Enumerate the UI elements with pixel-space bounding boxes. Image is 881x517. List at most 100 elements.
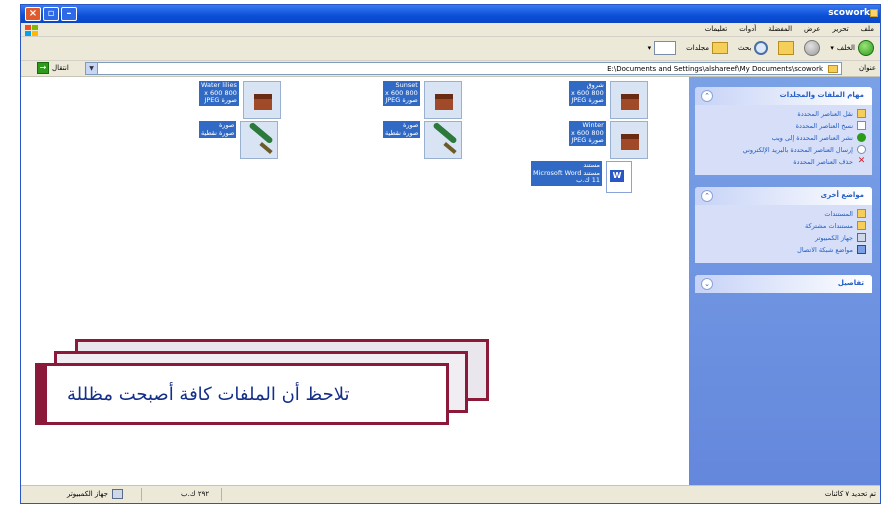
word-document-icon: W — [606, 161, 633, 193]
up-button[interactable] — [778, 41, 795, 55]
panel-title: تفاصيل — [837, 279, 864, 287]
details-panel: تفاصيل ⌄ — [695, 275, 872, 293]
task-publish-web[interactable]: نشر العناصر المحددة إلى ويب — [701, 133, 866, 142]
network-icon — [857, 245, 866, 254]
image-thumbnail-icon — [609, 81, 648, 119]
views-button[interactable]: ▾ — [648, 41, 677, 55]
email-icon — [857, 145, 866, 154]
folder-icon — [828, 65, 838, 73]
collapse-icon[interactable]: ⌃ — [701, 90, 713, 102]
file-label: Water lilies 800 x 600 صورة JPEG — [199, 81, 239, 106]
task-pane: مهام الملفات والمجلدات ⌃ نقل العناصر الم… — [687, 77, 880, 487]
chevron-down-icon: ▾ — [830, 44, 834, 52]
other-places-header[interactable]: مواضع أخرى ⌃ — [695, 187, 872, 205]
views-icon — [654, 41, 677, 55]
file-label: Winter 800 x 600 صورة JPEG — [569, 121, 606, 146]
file-item[interactable]: صورة صورة نقطية — [383, 121, 463, 159]
minimize-button[interactable]: – — [61, 7, 77, 21]
place-label: مواضع شبكة الاتصال — [797, 245, 853, 254]
paint-brush-icon — [240, 121, 279, 159]
place-label: مستندات مشتركة — [804, 221, 853, 230]
collapse-icon[interactable]: ⌃ — [701, 190, 713, 202]
status-location-label: جهاز الكمبيوتر — [67, 490, 108, 498]
panel-title: مهام الملفات والمجلدات — [779, 91, 864, 99]
task-copy[interactable]: نسخ العناصر المحددة — [701, 121, 866, 130]
file-label: صورة صورة نقطية — [383, 121, 421, 138]
task-label: نسخ العناصر المحددة — [795, 121, 853, 130]
folders-icon — [711, 42, 728, 54]
task-label: حذف العناصر المحددة — [793, 157, 853, 166]
menu-view[interactable]: عرض — [804, 25, 821, 33]
panel-title: مواضع أخرى — [820, 191, 864, 199]
copy-icon — [857, 121, 866, 130]
address-path: E:\Documents and Settings\alshareef\My D… — [607, 65, 823, 73]
folders-label: مجلدات — [686, 44, 709, 52]
folder-icon — [870, 9, 878, 17]
other-places-panel: مواضع أخرى ⌃ المستندات مستندات مشتركة جه… — [695, 187, 872, 263]
status-divider — [141, 488, 142, 501]
file-item[interactable]: صورة صورة نقطية — [199, 121, 279, 159]
folders-button[interactable]: مجلدات — [686, 42, 728, 54]
task-move[interactable]: نقل العناصر المحددة — [701, 109, 866, 118]
address-input[interactable]: ▼ E:\Documents and Settings\alshareef\My… — [85, 62, 842, 75]
task-delete[interactable]: ✕ حذف العناصر المحددة — [701, 157, 866, 166]
place-label: المستندات — [824, 209, 853, 218]
maximize-button[interactable]: ▫ — [43, 7, 59, 21]
details-header[interactable]: تفاصيل ⌄ — [695, 275, 872, 293]
menu-file[interactable]: ملف — [861, 25, 874, 33]
forward-button[interactable] — [804, 40, 821, 56]
back-arrow-icon — [858, 40, 874, 56]
menu-tools[interactable]: أدوات — [739, 25, 756, 33]
file-item[interactable]: Sunset 800 x 600 صورة JPEG — [383, 81, 462, 119]
menu-help[interactable]: تعليمات — [705, 25, 728, 33]
file-item[interactable]: شروق 800 x 600 صورة JPEG — [569, 81, 648, 119]
file-label: صورة صورة نقطية — [199, 121, 237, 138]
search-button[interactable]: بحث — [737, 41, 769, 55]
status-selection: تم تحديد ٧ كائنات — [824, 490, 876, 498]
place-network[interactable]: مواضع شبكة الاتصال — [701, 245, 866, 254]
toolbar: الخلف ▾ بحث مجلدات ▾ — [21, 37, 880, 61]
image-thumbnail-icon — [609, 121, 648, 159]
image-thumbnail-icon — [242, 81, 281, 119]
task-label: نشر العناصر المحددة إلى ويب — [771, 133, 853, 142]
delete-icon: ✕ — [857, 156, 866, 166]
folder-icon — [857, 221, 866, 230]
task-email[interactable]: إرسال العناصر المحددة بالبريد الإلكتروني — [701, 145, 866, 154]
place-shared-documents[interactable]: مستندات مشتركة — [701, 221, 866, 230]
window-title: scowork — [828, 8, 870, 18]
search-label: بحث — [737, 44, 752, 52]
file-item[interactable]: Winter 800 x 600 صورة JPEG — [569, 121, 648, 159]
file-item[interactable]: Water lilies 800 x 600 صورة JPEG — [199, 81, 281, 119]
file-tasks-panel: مهام الملفات والمجلدات ⌃ نقل العناصر الم… — [695, 87, 872, 175]
go-button[interactable]: → انتقال — [37, 62, 69, 74]
image-thumbnail-icon — [423, 81, 462, 119]
menu-bar: ملف تحرير عرض المفضلة أدوات تعليمات — [21, 23, 880, 37]
move-icon — [857, 109, 866, 118]
menu-favorites[interactable]: المفضلة — [768, 25, 792, 33]
file-label: شروق 800 x 600 صورة JPEG — [569, 81, 606, 106]
forward-arrow-icon — [804, 40, 821, 56]
computer-icon — [111, 489, 123, 499]
file-tasks-header[interactable]: مهام الملفات والمجلدات ⌃ — [695, 87, 872, 105]
status-bar: تم تحديد ٧ كائنات ٢٩٢ ك.ب جهاز الكمبيوتر — [21, 485, 880, 503]
place-documents[interactable]: المستندات — [701, 209, 866, 218]
task-label: إرسال العناصر المحددة بالبريد الإلكتروني — [742, 145, 853, 154]
task-label: نقل العناصر المحددة — [797, 109, 853, 118]
title-bar[interactable]: × ▫ – scowork — [21, 5, 880, 23]
status-size: ٢٩٢ ك.ب — [181, 490, 210, 498]
callout-text: تلاحظ أن الملفات كافة أصبحت مظللة — [67, 384, 350, 405]
explorer-window: × ▫ – scowork ملف تحرير عرض المفضلة أدوا… — [20, 4, 881, 504]
go-arrow-icon: → — [37, 62, 49, 74]
place-my-computer[interactable]: جهاز الكمبيوتر — [701, 233, 866, 242]
paint-brush-icon — [424, 121, 463, 159]
address-dropdown-icon[interactable]: ▼ — [86, 63, 98, 74]
menu-edit[interactable]: تحرير — [833, 25, 849, 33]
up-folder-icon — [778, 41, 795, 55]
back-button[interactable]: الخلف ▾ — [830, 40, 874, 56]
web-icon — [857, 133, 866, 142]
file-item[interactable]: مستند مستند Microsoft Word 11 ك.ب W — [531, 161, 633, 193]
file-list: شروق 800 x 600 صورة JPEG Sunset 800 x 60… — [21, 77, 689, 487]
expand-icon[interactable]: ⌄ — [701, 278, 713, 290]
close-button[interactable]: × — [25, 7, 41, 21]
status-divider — [221, 488, 222, 501]
